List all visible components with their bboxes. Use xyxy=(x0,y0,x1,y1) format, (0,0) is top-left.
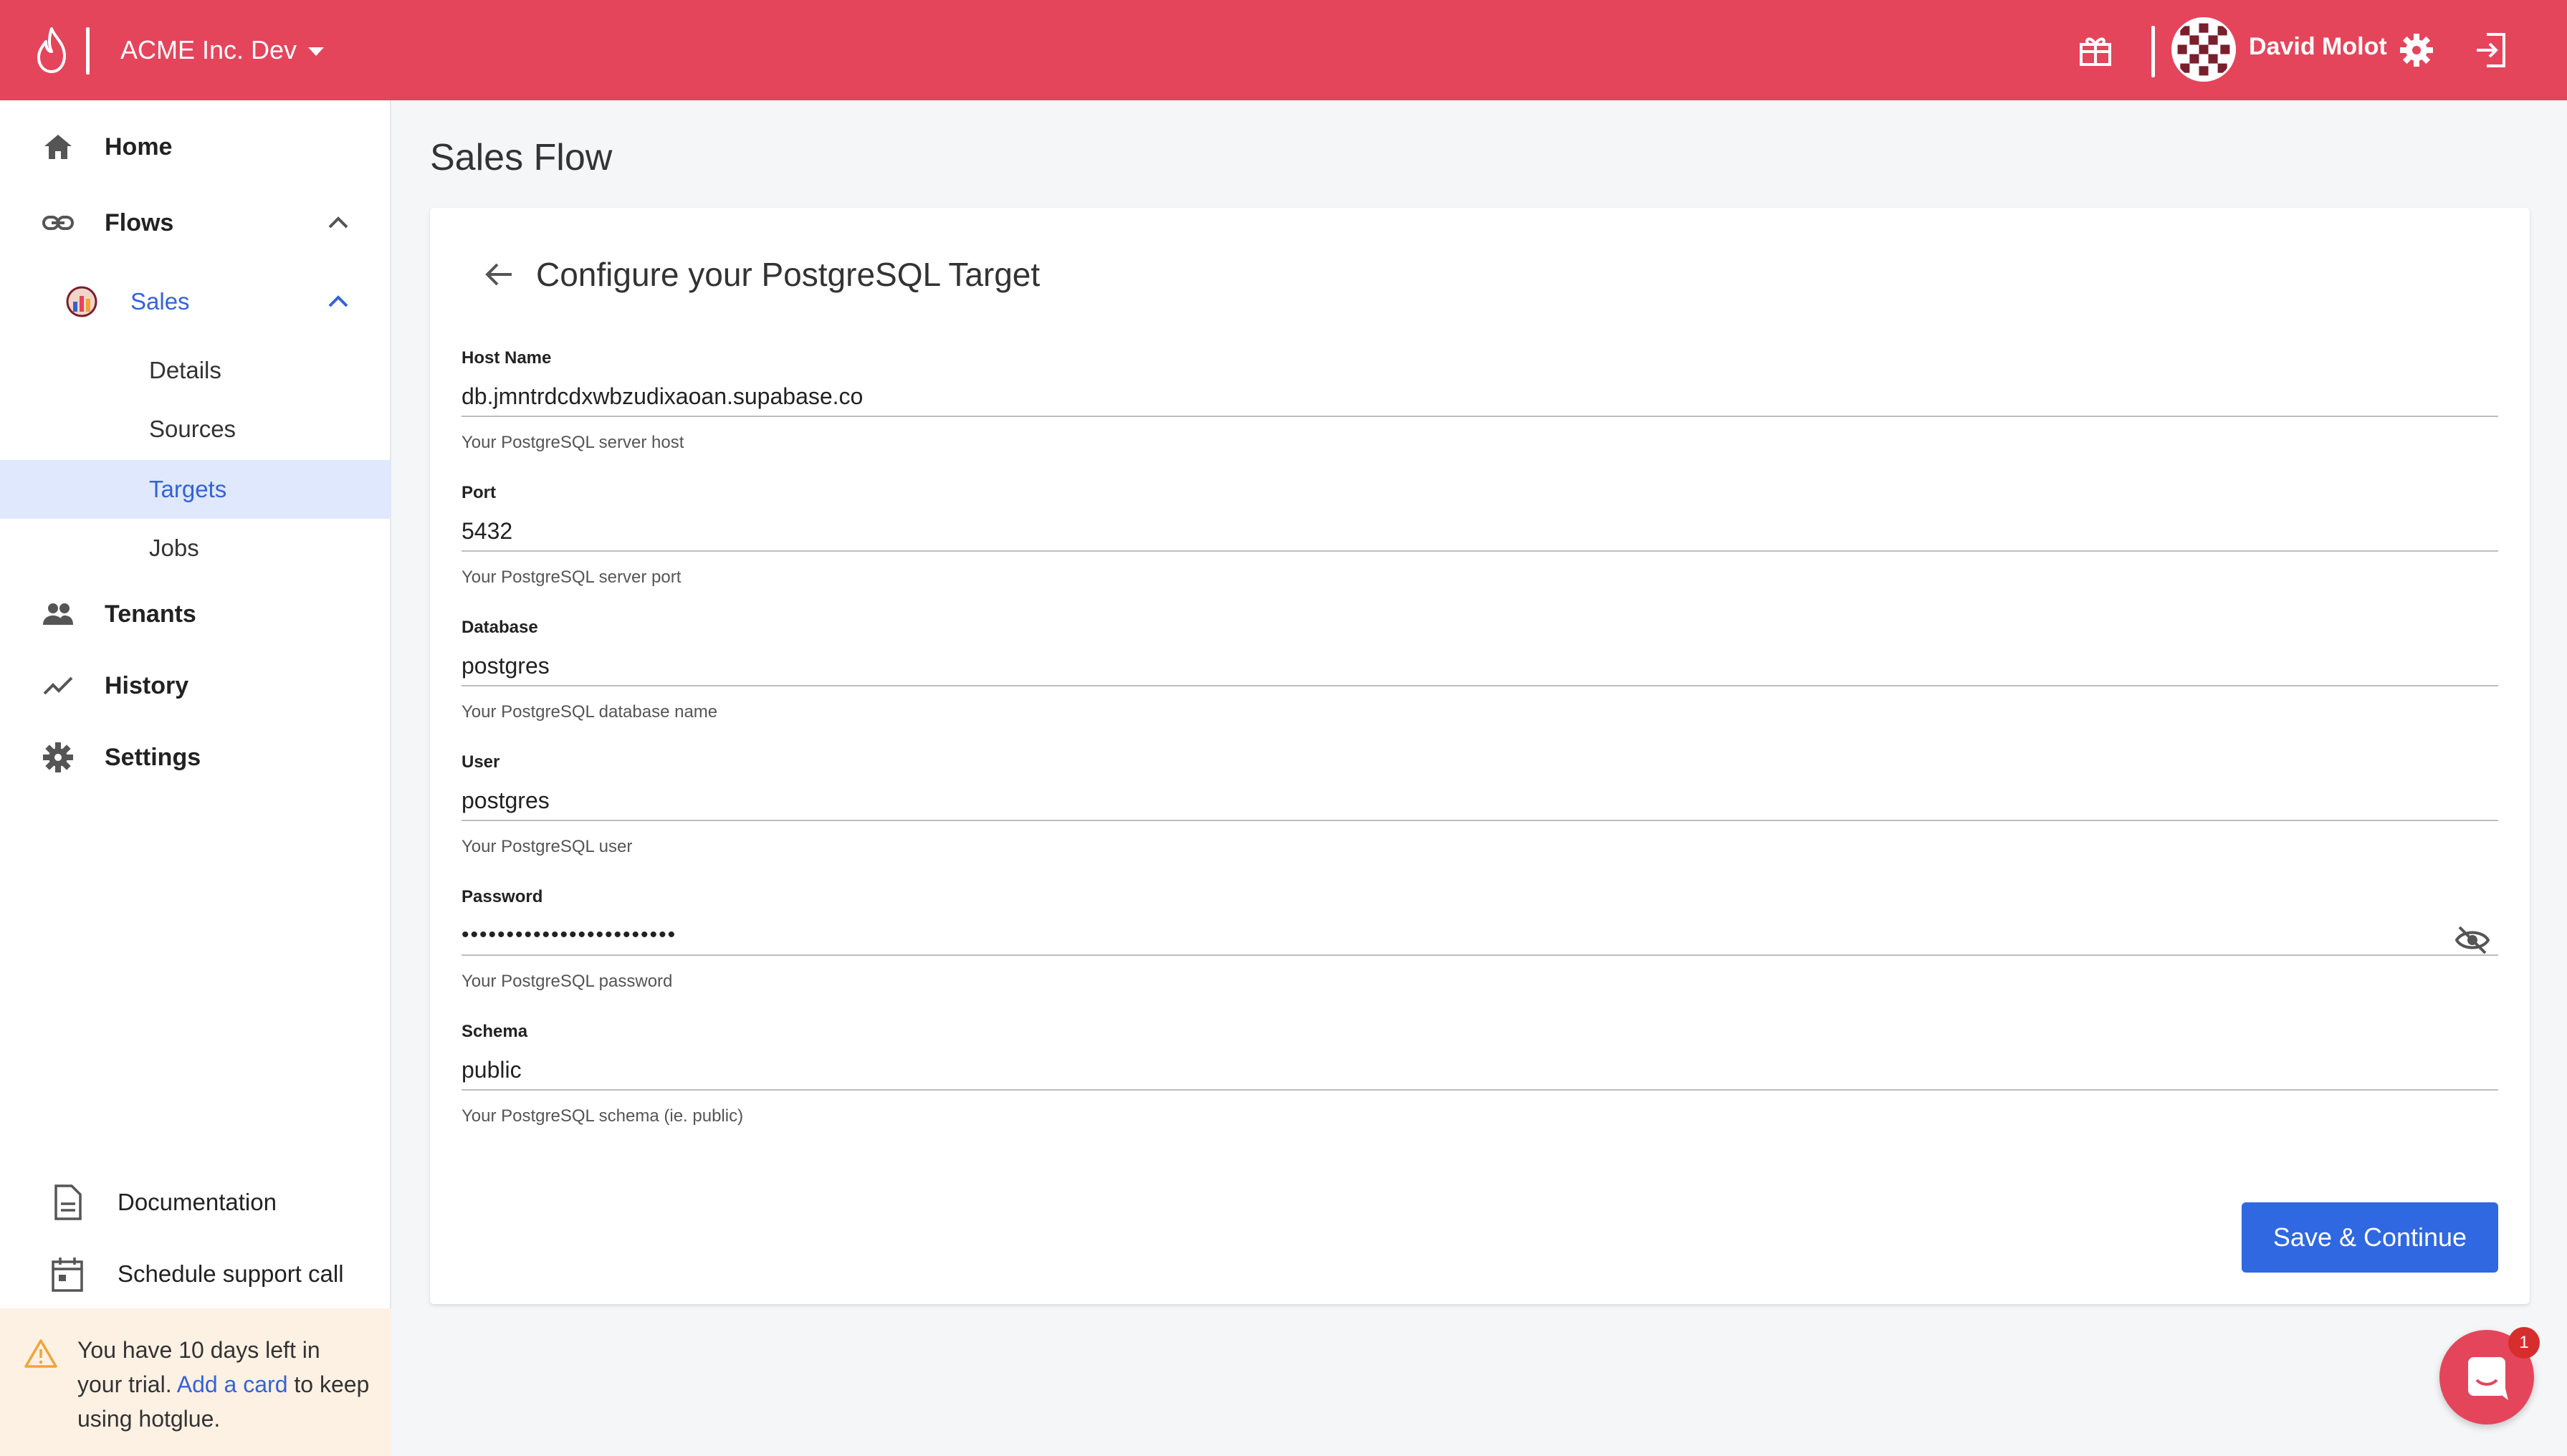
port-label: Port xyxy=(462,483,496,502)
user-field: User Your PostgreSQL user xyxy=(462,752,2498,857)
calendar-icon xyxy=(52,1258,83,1292)
card-title: Configure your PostgreSQL Target xyxy=(536,256,1041,293)
port-help: Your PostgreSQL server port xyxy=(462,567,682,587)
sidebar-item-label: Details xyxy=(149,357,221,383)
sidebar-item-label: Settings xyxy=(105,743,201,771)
home-icon xyxy=(44,135,72,159)
trending-icon xyxy=(43,676,73,695)
caret-down-icon xyxy=(308,47,325,56)
user-name[interactable]: David Molot xyxy=(2249,33,2387,61)
host-help: Your PostgreSQL server host xyxy=(462,433,684,452)
document-icon xyxy=(54,1184,82,1220)
user-label: User xyxy=(462,752,500,772)
sidebar-item-sources[interactable]: Sources xyxy=(0,400,391,459)
sidebar-item-jobs[interactable]: Jobs xyxy=(0,519,391,578)
schema-field: Schema Your PostgreSQL schema (ie. publi… xyxy=(462,1022,2498,1126)
sidebar-item-tenants[interactable]: Tenants xyxy=(0,585,391,643)
org-name: ACME Inc. Dev xyxy=(120,35,297,64)
sales-flow-icon xyxy=(66,286,97,317)
flame-logo-icon[interactable] xyxy=(33,27,70,73)
port-field: Port Your PostgreSQL server port xyxy=(462,483,2498,588)
host-input[interactable] xyxy=(462,377,2498,417)
page-title: Sales Flow xyxy=(430,137,613,178)
sidebar-item-targets[interactable]: Targets xyxy=(0,460,391,519)
sidebar-item-label: Sources xyxy=(149,416,236,442)
sidebar-item-home[interactable]: Home xyxy=(0,118,391,176)
org-switcher[interactable]: ACME Inc. Dev xyxy=(120,32,325,69)
link-icon xyxy=(42,216,74,230)
database-input[interactable] xyxy=(462,646,2498,686)
schema-input[interactable] xyxy=(462,1050,2498,1091)
schedule-support-link[interactable]: Schedule support call xyxy=(0,1245,391,1303)
password-input[interactable] xyxy=(462,916,2498,956)
schema-help: Your PostgreSQL schema (ie. public) xyxy=(462,1106,744,1126)
user-input[interactable] xyxy=(462,781,2498,821)
sidebar-item-label: Jobs xyxy=(149,535,199,561)
host-label: Host Name xyxy=(462,348,552,368)
chat-badge: 1 xyxy=(2508,1327,2540,1359)
schedule-support-label: Schedule support call xyxy=(118,1260,344,1287)
password-help: Your PostgreSQL password xyxy=(462,972,673,991)
back-arrow-icon[interactable] xyxy=(482,257,516,292)
database-label: Database xyxy=(462,618,538,637)
sidebar-item-label: Tenants xyxy=(105,600,196,628)
host-field: Host Name Your PostgreSQL server host xyxy=(462,348,2498,453)
avatar[interactable] xyxy=(2171,17,2236,82)
sidebar-item-label: Home xyxy=(105,133,173,161)
schema-label: Schema xyxy=(462,1022,528,1041)
logout-icon[interactable] xyxy=(2472,30,2510,70)
sidebar: Home Flows Sales Details Sources Targets xyxy=(0,100,391,1456)
chevron-up-icon[interactable] xyxy=(324,209,353,237)
sidebar-item-sales[interactable]: Sales xyxy=(0,272,391,331)
add-card-link[interactable]: Add a card xyxy=(177,1371,288,1397)
documentation-label: Documentation xyxy=(118,1189,277,1215)
people-icon xyxy=(43,603,73,625)
sidebar-item-label: History xyxy=(105,671,189,699)
sidebar-item-history[interactable]: History xyxy=(0,656,391,715)
sidebar-item-label: Sales xyxy=(130,288,190,315)
chevron-up-icon[interactable] xyxy=(324,287,353,316)
sidebar-item-flows[interactable]: Flows xyxy=(0,193,391,252)
port-input[interactable] xyxy=(462,512,2498,552)
header-divider xyxy=(2151,26,2155,77)
database-help: Your PostgreSQL database name xyxy=(462,702,718,722)
password-label: Password xyxy=(462,887,543,906)
documentation-link[interactable]: Documentation xyxy=(0,1174,391,1231)
sidebar-item-settings[interactable]: Settings xyxy=(0,728,391,787)
sidebar-item-details[interactable]: Details xyxy=(0,341,391,400)
warning-icon xyxy=(24,1339,57,1368)
trial-banner: You have 10 days left in your trial. Add… xyxy=(0,1308,391,1456)
visibility-off-icon[interactable] xyxy=(2454,924,2491,956)
gear-icon xyxy=(43,742,73,772)
password-field: Password Your PostgreSQL password xyxy=(462,887,2498,992)
save-continue-button[interactable]: Save & Continue xyxy=(2242,1202,2498,1273)
config-card: Configure your PostgreSQL Target Host Na… xyxy=(430,208,2530,1304)
database-field: Database Your PostgreSQL database name xyxy=(462,618,2498,722)
gear-icon[interactable] xyxy=(2398,32,2435,69)
top-bar: ACME Inc. Dev David Molot xyxy=(0,0,2567,100)
sidebar-item-label: Targets xyxy=(149,476,227,502)
logo-divider xyxy=(86,27,90,75)
user-help: Your PostgreSQL user xyxy=(462,837,633,856)
sidebar-item-label: Flows xyxy=(105,209,174,236)
gift-icon[interactable] xyxy=(2077,32,2114,69)
